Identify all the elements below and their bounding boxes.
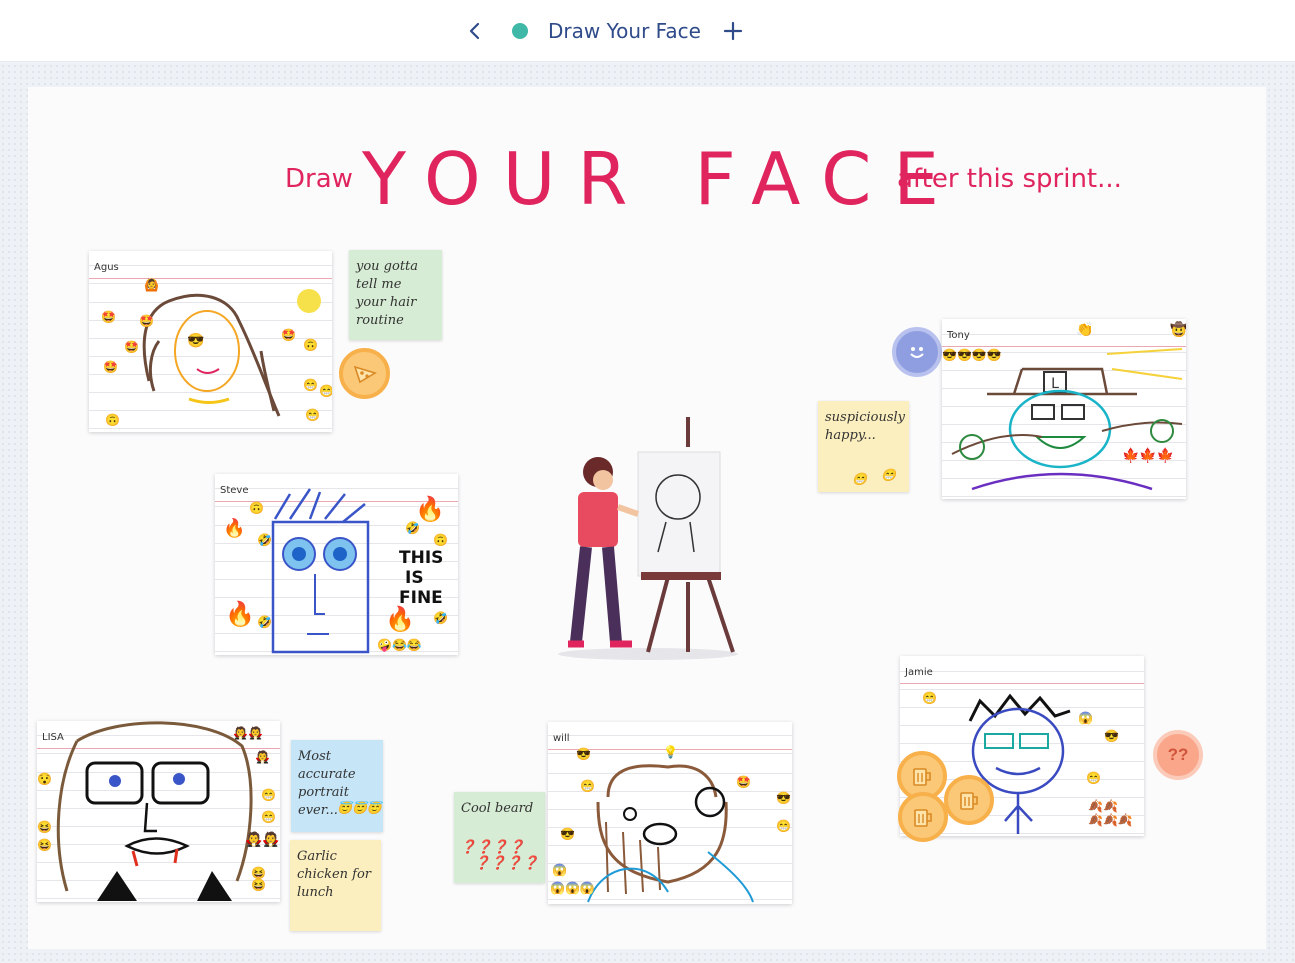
emoji-reaction: 🙃 (249, 501, 264, 515)
emoji-reaction: 😱 (1078, 711, 1093, 725)
pizza-icon (353, 365, 377, 383)
fine-caption: THIS IS FINE (399, 548, 443, 608)
emoji-reaction: 🙃 (105, 413, 120, 427)
emoji-reaction: 🤩 (103, 360, 118, 374)
smiley-icon (910, 347, 924, 358)
emoji-reaction: 🍂🍂🍂 (1088, 813, 1133, 827)
emoji-reaction: 😎 (576, 747, 591, 761)
emoji-reaction: 🤩 (281, 328, 296, 342)
emoji-reaction: 😁 (852, 472, 867, 486)
sticky-note-lisa-1[interactable]: Most accurate portrait ever... 😇😇😇 (291, 740, 383, 832)
caption-line: IS (405, 568, 424, 588)
emoji-reaction: 😁 (305, 408, 320, 422)
emoji-reaction: 🤪😂😂 (377, 638, 422, 652)
emoji-reaction: 🤣 (405, 521, 420, 535)
emoji-reaction: 😁 (881, 468, 896, 482)
emoji-reaction: 😁 (922, 691, 937, 705)
emoji-reaction: 😎 (560, 827, 575, 841)
face-drawing: L (951, 348, 1183, 491)
emoji-reaction: 😎 (1104, 729, 1119, 743)
emoji-reaction: 😱 (552, 863, 567, 877)
emoji-reaction: 💡 (663, 745, 678, 759)
emoji-reaction: 😁 (261, 788, 276, 802)
emoji-reaction: 🧛🧛 (245, 831, 280, 847)
emoji-reaction: 😁 (261, 810, 276, 824)
sticky-note-lisa-2[interactable]: Garlic chicken for lunch (290, 840, 381, 931)
emoji-reaction: 😁 (303, 378, 318, 392)
emoji-reaction: 🙃 (303, 338, 318, 352)
beer-badge[interactable] (944, 775, 994, 825)
back-button[interactable] (462, 18, 488, 44)
sticky-note-tony[interactable]: suspiciously happy... 😁 😁 (818, 401, 909, 492)
heading-prefix: Draw (285, 164, 353, 194)
question-badge[interactable]: ?? (1153, 730, 1203, 780)
emoji-reaction: 🤩 (101, 310, 116, 324)
beer-mug-icon (914, 809, 932, 827)
emoji-reaction: 🤩 (124, 340, 139, 354)
beer-mug-icon (960, 792, 978, 810)
emoji-reaction: 😆 (37, 838, 52, 852)
emoji-reaction: 🍂🍂 (1088, 799, 1118, 813)
emoji-reaction: 😎😎😎😎 (942, 348, 1002, 362)
emoji-reaction: ❓❓❓❓ (460, 840, 525, 855)
hat-letter: L (1051, 376, 1059, 392)
chevron-left-icon (469, 22, 480, 40)
fire-emoji: 🔥 (223, 518, 246, 538)
emoji-reaction: 🤣 (257, 533, 272, 547)
emoji-reaction: 🤩 (139, 314, 154, 328)
portrait-card-steve[interactable]: Steve THIS IS FINE 🔥 🔥 🔥 🔥 🤣 🙃 🙃 🤣 🤣 🤣 🤪… (215, 474, 458, 655)
artist-illustration (558, 417, 738, 660)
emoji-reaction: 😆 (37, 820, 52, 834)
sticky-note-text: suspiciously happy... (825, 410, 906, 443)
face-drawing (56, 721, 253, 901)
beer-badge[interactable] (898, 792, 948, 842)
fire-emoji: 🔥 (225, 601, 255, 628)
caption-line: FINE (399, 588, 443, 608)
sticky-note-agus[interactable]: you gotta tell me your hair routine (349, 250, 442, 340)
status-dot (512, 23, 528, 39)
pizza-badge[interactable] (339, 348, 390, 399)
emoji-reaction: 🙃 (433, 533, 448, 547)
portrait-card-lisa[interactable]: LISA 😯 😆 😆 🧛🧛 🧛 😁 😁 🧛🧛 😆😆 (37, 721, 280, 902)
plus-icon (723, 21, 743, 41)
emoji-reaction: 😁 (776, 819, 791, 833)
emoji-reaction: 😇😇😇 (337, 801, 382, 815)
emoji-reaction: 😯 (37, 772, 52, 786)
svg-text:😎: 😎 (187, 332, 204, 348)
beer-mug-icon (913, 768, 931, 786)
sticky-note-text: Cool beard (461, 801, 534, 816)
heading-main: YOUR FACE (362, 137, 961, 221)
top-bar: Draw Your Face (0, 0, 1295, 62)
emoji-reaction: ❓❓❓❓ (474, 856, 539, 871)
emoji-reaction: 🤣 (257, 615, 272, 629)
portrait-card-will[interactable]: will 😎 💡 😁 🤩 😎 😁 😎 😱 😱😱😱 (548, 722, 792, 904)
fire-emoji: 🔥 (415, 496, 445, 523)
emoji-reaction: 🤠 (1170, 321, 1186, 337)
portrait-card-agus[interactable]: Agus 😎 🙆 🤩 🤩 🤩 🤩 🙃 🤩 🙃 😁 😁 😁 (89, 251, 332, 432)
emoji-reaction: 🧛🧛 (233, 726, 263, 740)
smiley-badge[interactable] (892, 327, 942, 377)
fire-emoji: 🔥 (385, 606, 415, 633)
caption-line: THIS (399, 548, 444, 568)
emoji-reaction: 🤣 (433, 611, 448, 625)
add-button[interactable] (720, 18, 746, 44)
board-title[interactable]: Draw Your Face (548, 19, 701, 43)
emoji-reaction: 😁 (319, 384, 332, 398)
sticky-note-will[interactable]: Cool beard ❓❓❓❓ ❓❓❓❓ (454, 792, 545, 883)
emoji-reaction: 😆😆 (251, 866, 266, 892)
emoji-reaction: 🙆 (144, 278, 159, 292)
portrait-card-tony[interactable]: Tony L 😎😎😎😎 👏 🤠 🍁🍁🍁 (942, 319, 1186, 499)
emoji-reaction: 🍁🍁🍁 (1122, 447, 1175, 463)
emoji-reaction: 🤩 (736, 775, 751, 789)
heading-suffix: after this sprint... (897, 164, 1122, 194)
emoji-reaction: 😁 (1086, 771, 1101, 785)
emoji-reaction: 😁 (580, 779, 595, 793)
emoji-reaction: 😱😱😱 (550, 881, 595, 895)
emoji-reaction: 🧛 (255, 750, 270, 764)
emoji-reaction: 😎 (776, 791, 791, 805)
emoji-reaction: 👏 (1076, 321, 1094, 337)
